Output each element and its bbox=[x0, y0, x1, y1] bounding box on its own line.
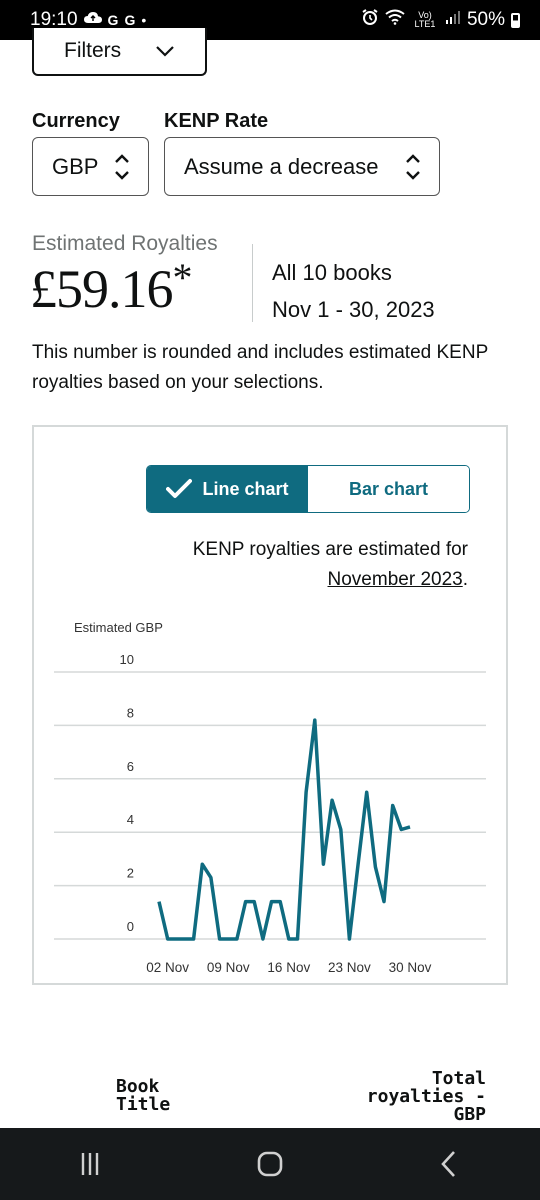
battery-percent: 50% bbox=[466, 9, 505, 30]
bar-chart-button[interactable]: Bar chart bbox=[308, 466, 469, 512]
y-tick-label: 10 bbox=[120, 652, 134, 667]
google-icon: G bbox=[124, 12, 136, 28]
y-tick-label: 8 bbox=[127, 705, 134, 720]
y-tick-label: 6 bbox=[127, 759, 134, 774]
x-tick-label: 09 Nov bbox=[207, 960, 250, 975]
chevron-up-down-icon bbox=[115, 153, 129, 180]
chart-card: Line chart Bar chart KENP royalties are … bbox=[32, 425, 508, 985]
kenp-rate-value: Assume a decrease bbox=[184, 153, 379, 179]
column-header-book-title: Book Title bbox=[116, 1076, 171, 1115]
notification-dot: • bbox=[141, 12, 147, 28]
currency-label: Currency bbox=[32, 110, 120, 132]
filters-label: Filters bbox=[64, 39, 122, 62]
x-tick-label: 02 Nov bbox=[146, 960, 189, 975]
estimated-royalties-label: Estimated Royalties bbox=[32, 232, 218, 255]
line-chart-label: Line chart bbox=[202, 478, 289, 499]
y-tick-label: 0 bbox=[127, 919, 134, 934]
recents-icon bbox=[81, 1153, 99, 1175]
x-tick-label: 23 Nov bbox=[328, 960, 371, 975]
royalties-line-chart: Estimated GBP 0 2 4 6 8 10 02 Nov 09 Nov 16 Nov 23… bbox=[54, 620, 486, 975]
currency-value: GBP bbox=[52, 153, 99, 179]
currency-select[interactable]: GBP bbox=[32, 137, 149, 196]
books-scope: All 10 books bbox=[272, 260, 392, 285]
estimated-royalties-value: £59.16* bbox=[30, 255, 193, 320]
y-tick-label: 4 bbox=[127, 812, 134, 827]
back-icon bbox=[441, 1151, 455, 1177]
kenp-note-text: KENP royalties are estimated for bbox=[192, 539, 468, 560]
wifi-icon bbox=[385, 9, 405, 31]
home-icon bbox=[257, 1151, 283, 1177]
summary-divider bbox=[252, 244, 253, 322]
filters-button[interactable]: Filters bbox=[32, 28, 207, 76]
line-chart-button[interactable]: Line chart bbox=[147, 466, 308, 512]
system-nav-bar bbox=[0, 1128, 540, 1200]
y-axis-label: Estimated GBP bbox=[74, 620, 163, 635]
kenp-estimate-note: KENP royalties are estimated for Novembe… bbox=[88, 535, 468, 595]
chart-type-toggle: Line chart Bar chart bbox=[146, 465, 470, 513]
kenp-rate-label: KENP Rate bbox=[164, 110, 269, 132]
signal-icon bbox=[445, 9, 461, 31]
bar-chart-label: Bar chart bbox=[348, 478, 429, 499]
chevron-up-down-icon bbox=[406, 153, 420, 180]
chevron-down-icon bbox=[156, 46, 174, 57]
recents-button[interactable] bbox=[60, 1144, 120, 1184]
x-tick-label: 30 Nov bbox=[389, 960, 432, 975]
alarm-icon bbox=[361, 8, 379, 32]
back-button[interactable] bbox=[420, 1144, 480, 1184]
royalties-note: This number is rounded and includes esti… bbox=[32, 342, 488, 393]
checkmark-icon bbox=[166, 479, 193, 498]
kenp-month-link[interactable]: November 2023 bbox=[328, 569, 463, 590]
lte-label: Vo) LTE1 bbox=[414, 10, 436, 29]
kenp-note-period: . bbox=[462, 569, 468, 590]
date-range: Nov 1 - 30, 2023 bbox=[272, 297, 435, 322]
column-header-total-royalties: Total royalties - GBP bbox=[366, 1068, 486, 1125]
x-tick-label: 16 Nov bbox=[267, 960, 310, 975]
google-icon: G bbox=[107, 12, 119, 28]
kenp-rate-select[interactable]: Assume a decrease bbox=[164, 137, 440, 196]
y-tick-label: 2 bbox=[127, 866, 134, 881]
royalties-series-line bbox=[157, 718, 411, 941]
royalties-asterisk: * bbox=[172, 255, 193, 300]
battery-icon bbox=[511, 12, 520, 28]
royalties-amount: £59.16 bbox=[30, 259, 173, 319]
home-button[interactable] bbox=[240, 1144, 300, 1184]
